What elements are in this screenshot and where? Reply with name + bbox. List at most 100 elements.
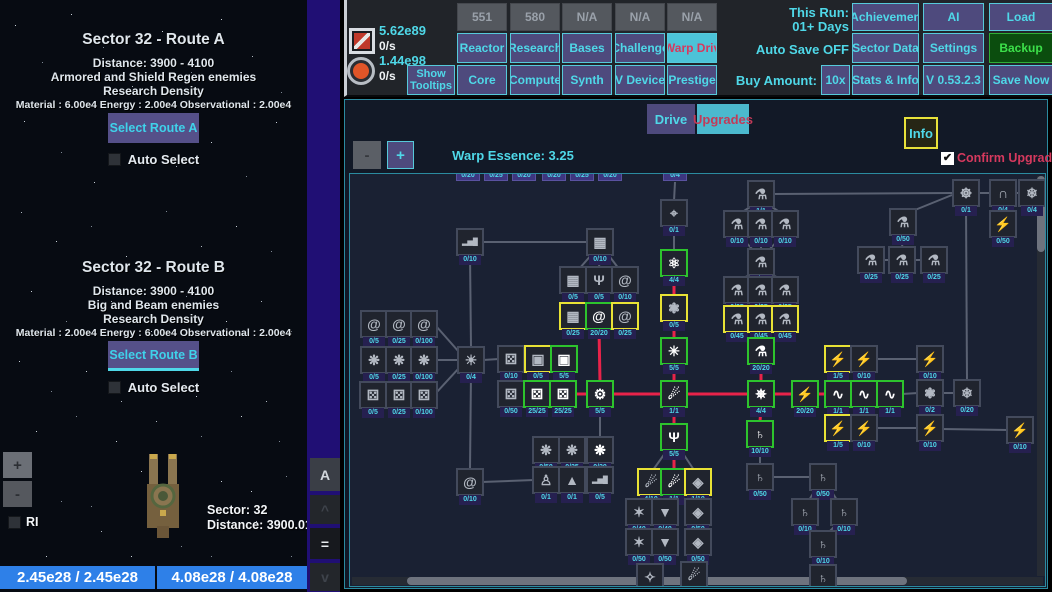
info-button[interactable]: Info (904, 117, 938, 149)
confirm-upgrades-checkbox[interactable]: ✔ (941, 152, 954, 165)
upgrade-node-rocket[interactable]: ☄0/30 (680, 561, 708, 587)
nav-tab-core[interactable]: Core (457, 65, 507, 95)
upgrade-node-lightning[interactable]: ⚡1/5 (824, 414, 852, 442)
upgrade-node-flask[interactable]: ⚗0/25 (771, 276, 799, 304)
upgrade-node-spiral[interactable]: @0/10 (611, 266, 639, 294)
upgrade-node-flask[interactable]: ⚗1/1 (747, 180, 775, 208)
upgrade-node-battery[interactable]: ⚡20/20 (791, 380, 819, 408)
ship-zoom-out-button[interactable]: - (3, 481, 32, 507)
upgrade-node-ufo[interactable]: ✵4/4 (747, 380, 775, 408)
upgrade-node-saturn[interactable]: ♄0/10 (791, 498, 819, 526)
upgrade-node-lightning[interactable]: ⚡0/10 (1006, 416, 1034, 444)
upgrade-node-saturn[interactable]: ♄10/10 (746, 420, 774, 448)
slot-button-551-0[interactable]: 551 (457, 3, 507, 31)
nav-tab-compute[interactable]: Compute (510, 65, 560, 95)
upgrade-node-flask[interactable]: ⚗0/10 (771, 210, 799, 238)
upgrade-node-chart[interactable]: ▂▅█0/10 (456, 228, 484, 256)
upgrade-node-dice[interactable]: ⚄0/5 (359, 381, 387, 409)
upgrade-node-flask[interactable]: ⚗0/10 (747, 248, 775, 276)
upgrade-node-battery[interactable]: ⚡0/10 (916, 345, 944, 373)
upgrade-node-saturn[interactable]: ♄0/10 (809, 530, 837, 558)
upgrade-node-flask[interactable]: ⚗0/50 (889, 208, 917, 236)
upgrade-node-burst[interactable]: ✶0/40 (625, 498, 653, 526)
nav-tab-challenge[interactable]: Challenge (615, 33, 665, 63)
nav-tab-research[interactable]: Research (510, 33, 560, 63)
upgrade-node-flask[interactable]: ⚗0/45 (771, 305, 799, 333)
upgrade-node-coil[interactable]: ∿1/1 (876, 380, 904, 408)
upgrade-node-galaxy[interactable]: ❋0/5 (360, 346, 388, 374)
upgrade-node-spiral[interactable]: @20/20 (585, 302, 613, 330)
upgrade-node-dice[interactable]: ⚄0/25 (385, 381, 413, 409)
upgrade-chip[interactable]: 0/20 (542, 173, 566, 181)
buy-amount-button[interactable]: 10x (821, 65, 850, 95)
upgrade-node-spray[interactable]: ✧0/30 (636, 563, 664, 587)
menu-button-load[interactable]: Load (989, 3, 1052, 31)
upgrade-chip[interactable]: 0/25 (570, 173, 594, 181)
select-route-b-button[interactable]: Select Route B (108, 341, 199, 371)
upgrade-node-octopus[interactable]: Ψ5/5 (660, 423, 688, 451)
select-route-a-button[interactable]: Select Route A (108, 113, 199, 143)
upgrade-node-rocket[interactable]: ☄1/1 (660, 380, 688, 408)
upgrade-node-octopus[interactable]: Ψ0/5 (585, 266, 613, 294)
upgrade-node-coil[interactable]: ∿1/1 (824, 380, 852, 408)
upgrade-node-projector[interactable]: ⌖0/1 (660, 199, 688, 227)
upgrade-node-galaxy[interactable]: ❋0/25 (385, 346, 413, 374)
menu-button-sector-data[interactable]: Sector Data (852, 33, 919, 63)
upgrade-tree[interactable]: 0/200/250/200/200/250/200/4▂▅█0/10▦0/10▦… (349, 173, 1046, 587)
upgrade-node-saturn[interactable]: ♄0/50 (809, 463, 837, 491)
tree-zoom-in-button[interactable]: + (387, 141, 414, 169)
tree-zoom-out-button[interactable]: - (353, 141, 381, 169)
upgrade-node-saturn[interactable]: ♄0/10 (830, 498, 858, 526)
menu-button-backup[interactable]: Backup (989, 33, 1052, 63)
upgrade-node-galaxy[interactable]: ❋0/50 (532, 436, 560, 464)
route-b-auto-select-checkbox[interactable] (108, 381, 121, 394)
upgrade-node-spiral[interactable]: @0/25 (611, 302, 639, 330)
slot-button-580-1[interactable]: 580 (510, 3, 560, 31)
upgrade-node-snowflake[interactable]: ❄0/4 (1018, 179, 1046, 207)
upgrade-node-dice[interactable]: ⚄25/25 (549, 380, 577, 408)
upgrade-node-galaxy[interactable]: ❋0/20 (586, 436, 614, 464)
upgrade-node-flask[interactable]: ⚗0/25 (920, 246, 948, 274)
upgrade-node-uparrow[interactable]: ▲0/1 (558, 466, 586, 494)
upgrade-node-saturn[interactable]: ♄0/50 (746, 463, 774, 491)
upgrade-node-sun[interactable]: ☀0/4 (457, 346, 485, 374)
ship-zoom-in-button[interactable]: + (3, 452, 32, 478)
upgrade-node-arc[interactable]: ∩0/4 (989, 179, 1017, 207)
upgrade-node-droplet[interactable]: ▼0/40 (651, 498, 679, 526)
upgrade-chip[interactable]: 0/25 (484, 173, 508, 181)
upgrade-node-dice[interactable]: ⚄0/100 (410, 381, 438, 409)
upgrade-node-coil[interactable]: ∿1/1 (850, 380, 878, 408)
show-tooltips-button[interactable]: Show Tooltips (407, 65, 455, 95)
nav-tab-v-device[interactable]: V Device (615, 65, 665, 95)
upgrade-node-spikygear[interactable]: ❃0/2 (916, 379, 944, 407)
upgrade-node-starburst[interactable]: ✳5/5 (660, 337, 688, 365)
menu-button-save-now[interactable]: Save Now (989, 65, 1052, 95)
upgrade-node-spiral[interactable]: @0/10 (456, 468, 484, 496)
upgrade-node-crate[interactable]: ▣0/5 (524, 345, 552, 373)
upgrade-node-crate[interactable]: ▣5/5 (550, 345, 578, 373)
nav-tab-bases[interactable]: Bases (562, 33, 612, 63)
upgrade-node-chart[interactable]: ▂▅█0/5 (586, 466, 614, 494)
slot-button-n-a-4[interactable]: N/A (667, 3, 717, 31)
upgrade-node-shield[interactable]: ◈1/10 (684, 468, 712, 496)
upgrade-node-dice[interactable]: ⚄25/25 (523, 380, 551, 408)
upgrade-node-circuit[interactable]: ▦0/25 (559, 302, 587, 330)
upgrade-node-circuit[interactable]: ▦0/10 (586, 228, 614, 256)
nav-tab-synth[interactable]: Synth (562, 65, 612, 95)
upgrade-chip[interactable]: 0/4 (663, 173, 687, 181)
upgrade-node-galaxy[interactable]: ❋0/25 (558, 436, 586, 464)
tab-drive[interactable]: Drive (647, 104, 695, 134)
slot-button-n-a-2[interactable]: N/A (562, 3, 612, 31)
upgrade-node-wheel[interactable]: ☸0/1 (952, 179, 980, 207)
side-button-item[interactable]: = (310, 528, 340, 559)
upgrade-node-flask[interactable]: ⚗20/20 (747, 337, 775, 365)
upgrade-node-droplet[interactable]: ▼0/50 (651, 528, 679, 556)
menu-button-v-0-53-2-3[interactable]: V 0.53.2.3 (923, 65, 984, 95)
upgrade-node-lightning[interactable]: ⚡0/10 (850, 414, 878, 442)
upgrade-node-dice[interactable]: ⚄0/10 (497, 345, 525, 373)
upgrade-node-battery[interactable]: ⚡0/10 (850, 345, 878, 373)
upgrade-chip[interactable]: 0/20 (598, 173, 622, 181)
upgrade-node-shield[interactable]: ◈0/50 (684, 498, 712, 526)
upgrade-chip[interactable]: 0/20 (512, 173, 536, 181)
upgrade-node-burst[interactable]: ✶0/50 (625, 528, 653, 556)
